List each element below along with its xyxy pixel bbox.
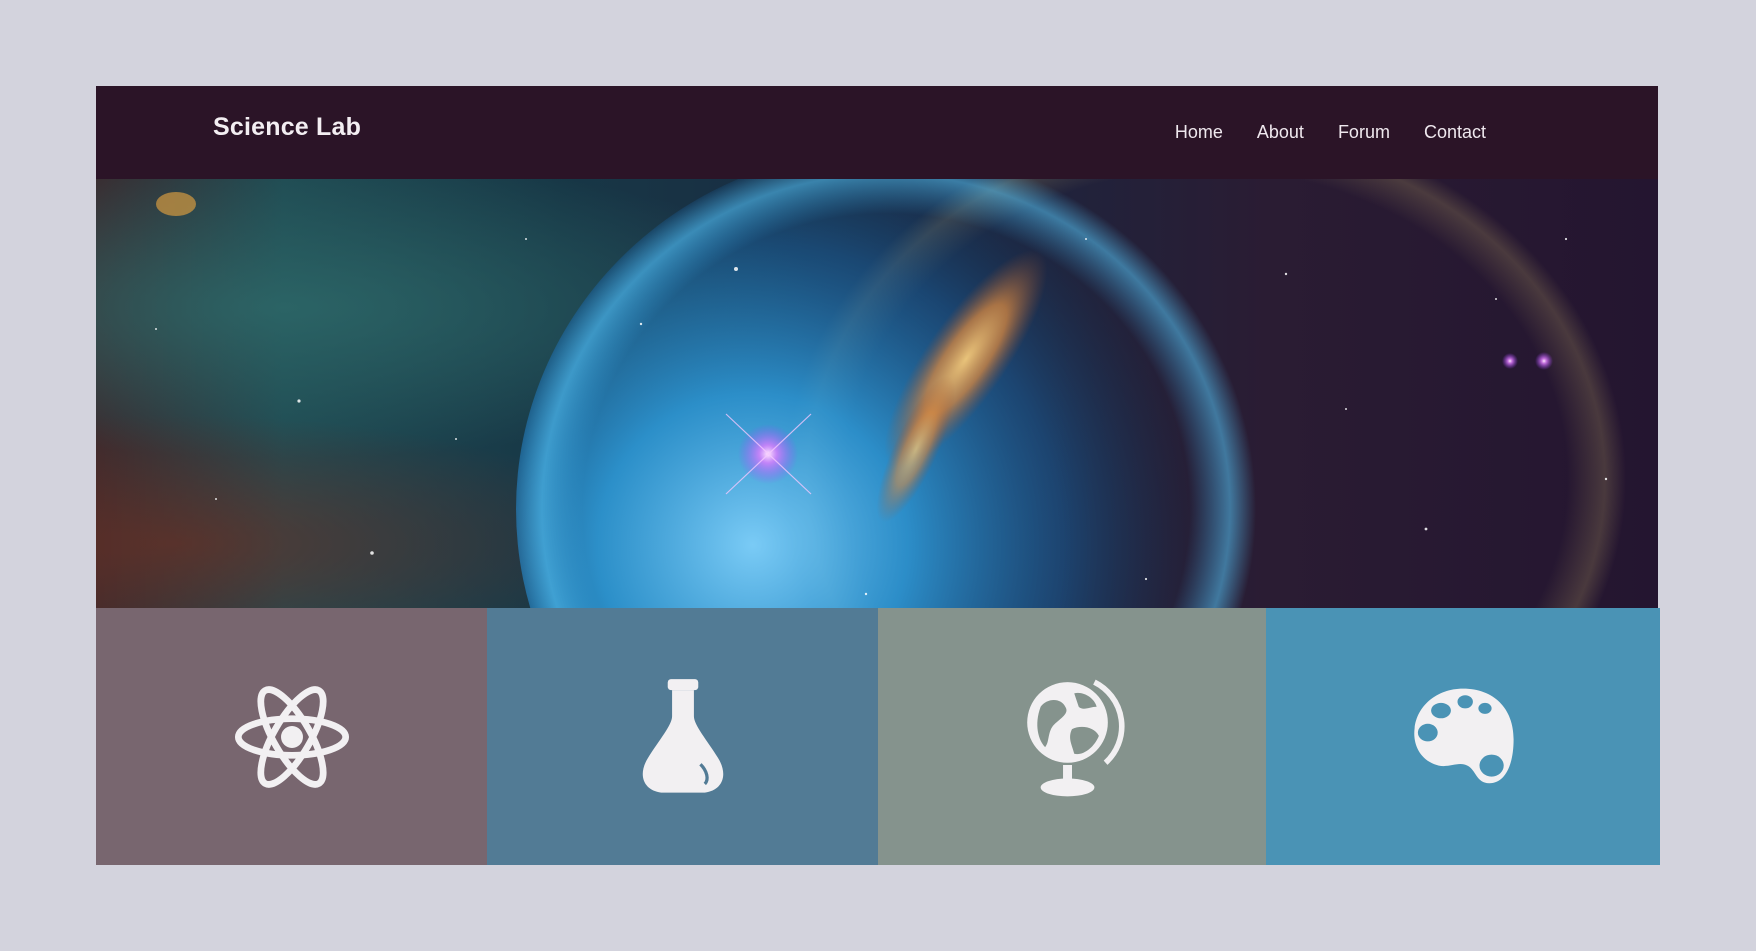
tile-flask[interactable] — [487, 608, 878, 865]
nav-link-contact[interactable]: Contact — [1424, 122, 1486, 143]
atom-icon — [231, 676, 353, 798]
brand-logo-text[interactable]: Science Lab — [213, 113, 361, 142]
nav-link-home[interactable]: Home — [1175, 122, 1223, 143]
main-nav: Home About Forum Contact — [1175, 122, 1486, 143]
navbar: Science Lab Home About Forum Contact — [96, 86, 1658, 179]
nebula-illustration — [96, 179, 1658, 608]
palette-icon — [1408, 682, 1518, 792]
nav-link-forum[interactable]: Forum — [1338, 122, 1390, 143]
nav-link-about[interactable]: About — [1257, 122, 1304, 143]
hero-nebula-image — [96, 179, 1658, 608]
flask-icon — [628, 677, 738, 797]
tile-globe[interactable] — [878, 608, 1266, 865]
tile-atom[interactable] — [96, 608, 487, 865]
globe-icon — [1016, 673, 1128, 801]
category-tiles — [96, 608, 1660, 865]
site-container: Science Lab Home About Forum Contact — [96, 86, 1660, 865]
tile-palette[interactable] — [1266, 608, 1660, 865]
